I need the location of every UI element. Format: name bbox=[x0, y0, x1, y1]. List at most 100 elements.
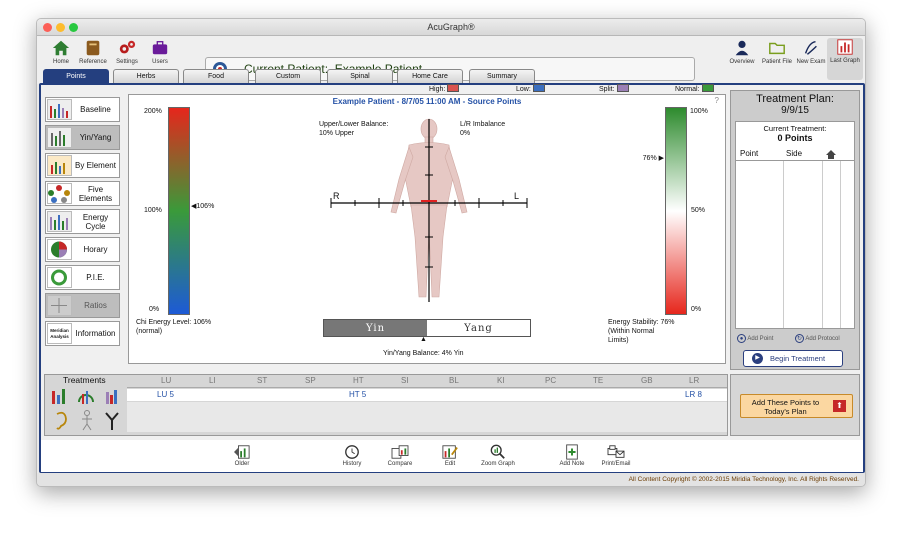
sidebar-ratios[interactable]: Ratios bbox=[45, 293, 120, 318]
col-divider bbox=[840, 161, 841, 328]
edit-button[interactable]: Edit bbox=[427, 444, 473, 467]
add-points-to-plan-button[interactable]: Add These Points to Today's Plan ⬆ bbox=[740, 394, 853, 418]
tab-food[interactable]: Food bbox=[183, 69, 249, 83]
compare-label: Compare bbox=[387, 461, 413, 467]
treatments-panel: Treatments LU LI ST SP HT SI BL KI PC TE bbox=[44, 374, 728, 436]
settings-label: Settings bbox=[116, 59, 138, 65]
print-email-icon bbox=[607, 445, 625, 458]
add-note-button[interactable]: Add Note bbox=[549, 444, 595, 467]
zoom-window-button[interactable] bbox=[69, 23, 78, 32]
tab-spinal[interactable]: Spinal bbox=[327, 69, 393, 83]
current-treatment-points: 0 Points bbox=[777, 133, 813, 143]
tab-custom[interactable]: Custom bbox=[255, 69, 321, 83]
tab-herbs[interactable]: Herbs bbox=[113, 69, 179, 83]
new-exam-button[interactable]: New Exam bbox=[794, 39, 828, 65]
add-point-button[interactable]: ● Add Point bbox=[737, 334, 773, 343]
treatment-notes-area bbox=[127, 402, 727, 432]
sidebar-baseline[interactable]: Baseline bbox=[45, 97, 120, 122]
help-icon[interactable]: ? bbox=[715, 96, 719, 105]
chi-axis-bottom-label: 0% bbox=[149, 306, 160, 313]
sidebar-information[interactable]: Meridian Analysis Information bbox=[45, 321, 120, 346]
chi-energy-label: Chi Energy Level: 106% bbox=[136, 319, 212, 326]
stability-axis-bottom-label: 0% bbox=[691, 306, 702, 313]
meridian-te: TE bbox=[593, 376, 604, 385]
meridian-sp: SP bbox=[305, 376, 316, 385]
col-side: Side bbox=[786, 149, 803, 158]
legend-split-swatch bbox=[616, 84, 629, 92]
yin-yang-bar: Yin Yang bbox=[323, 319, 531, 337]
ratios-thumbnail bbox=[47, 295, 72, 316]
sidebar-yin-yang[interactable]: Yin/Yang bbox=[45, 125, 120, 150]
begin-treatment-button[interactable]: ▶ Begin Treatment bbox=[743, 350, 843, 367]
home-button[interactable]: Home bbox=[43, 39, 79, 65]
point-lr8[interactable]: LR 8 bbox=[685, 390, 702, 399]
add-note-label: Add Note bbox=[559, 461, 585, 467]
compare-button[interactable]: Compare bbox=[377, 444, 423, 467]
sidebar-pie[interactable]: P.I.E. bbox=[45, 265, 120, 290]
edit-label: Edit bbox=[444, 461, 456, 467]
treatment-points-row: LU 5 HT 5 LR 8 bbox=[127, 389, 727, 401]
print-email-label: Print/Email bbox=[601, 461, 631, 467]
point-lu5[interactable]: LU 5 bbox=[157, 390, 174, 399]
meridian-si: SI bbox=[401, 376, 409, 385]
add-points-label: Add These Points to Today's Plan bbox=[751, 398, 820, 416]
reference-button[interactable]: Reference bbox=[75, 39, 111, 65]
sidebar-information-label: Information bbox=[75, 329, 116, 338]
sidebar-horary[interactable]: Horary bbox=[45, 237, 120, 262]
stability-marker: 76% ▶ bbox=[642, 154, 664, 162]
older-button[interactable]: Older bbox=[219, 444, 265, 467]
treatment-table-header: Point Side bbox=[736, 149, 854, 161]
stability-note-line1: (Within Normal bbox=[608, 328, 655, 335]
right-side-label: R bbox=[333, 191, 340, 201]
baseline-thumbnail bbox=[47, 99, 72, 120]
point-ht5[interactable]: HT 5 bbox=[349, 390, 366, 399]
history-button[interactable]: History bbox=[329, 444, 375, 467]
zoom-graph-button[interactable]: Zoom Graph bbox=[475, 444, 521, 467]
play-icon: ▶ bbox=[752, 353, 763, 364]
patient-file-button[interactable]: Patient File bbox=[758, 39, 796, 65]
legend-normal-label: Normal: bbox=[675, 86, 700, 93]
tab-points[interactable]: Points bbox=[43, 69, 109, 83]
bottom-toolbar: Older History Compare Edit Zoom Graph Ad… bbox=[41, 440, 863, 472]
treatment-plan-date: 9/9/15 bbox=[781, 105, 809, 116]
overview-button[interactable]: Overview bbox=[725, 39, 759, 65]
legend-split-label: Split: bbox=[599, 86, 615, 93]
last-graph-label: Last Graph bbox=[830, 58, 860, 64]
sidebar-five-elements[interactable]: Five Elements bbox=[45, 181, 120, 206]
chi-axis-mid-label: 100% bbox=[144, 207, 162, 214]
branch-icon bbox=[105, 412, 119, 430]
cycle-icon bbox=[78, 391, 94, 404]
meridian-pc: PC bbox=[545, 376, 557, 385]
bars-stack-icon bbox=[106, 390, 117, 404]
settings-button[interactable]: Settings bbox=[109, 39, 145, 65]
add-point-label: Add Point bbox=[747, 336, 774, 342]
users-button[interactable]: Users bbox=[142, 39, 178, 65]
bar-chart-icon bbox=[52, 389, 65, 404]
patient-file-label: Patient File bbox=[761, 59, 792, 65]
close-window-button[interactable] bbox=[43, 23, 52, 32]
add-protocol-button[interactable]: ↻ Add Protocol bbox=[795, 334, 840, 343]
tab-summary[interactable]: Summary bbox=[469, 69, 535, 83]
sidebar-by-element[interactable]: By Element bbox=[45, 153, 120, 178]
tab-home-care[interactable]: Home Care bbox=[397, 69, 463, 83]
minimize-window-button[interactable] bbox=[56, 23, 65, 32]
energy-stability-bar: 76% ▶ bbox=[643, 107, 687, 315]
current-treatment-table: Current Treatment: 0 Points Point Side bbox=[735, 121, 855, 329]
ear-icon bbox=[56, 411, 67, 430]
five-elements-thumbnail bbox=[47, 183, 72, 204]
chi-energy-bar: ◀106% bbox=[168, 107, 214, 315]
sidebar-ratios-label: Ratios bbox=[84, 301, 107, 310]
sidebar-yin-yang-label: Yin/Yang bbox=[79, 133, 112, 142]
print-email-button[interactable]: Print/Email bbox=[593, 444, 639, 467]
gears-icon bbox=[119, 40, 136, 54]
magnifier-icon bbox=[490, 444, 505, 459]
meridian-header: LU LI ST SP HT SI BL KI PC TE GB LR bbox=[127, 376, 727, 388]
copyright-footer: All Content Copyright © 2002-2015 Miridi… bbox=[37, 473, 865, 486]
meridian-li: LI bbox=[209, 376, 216, 385]
stability-note-line2: Limits) bbox=[608, 337, 629, 344]
sidebar-energy-cycle[interactable]: Energy Cycle bbox=[45, 209, 120, 234]
horary-thumbnail bbox=[47, 239, 72, 260]
meridian-lu: LU bbox=[161, 376, 172, 385]
horizontal-axis bbox=[330, 198, 528, 208]
add-protocol-label: Add Protocol bbox=[805, 336, 840, 342]
